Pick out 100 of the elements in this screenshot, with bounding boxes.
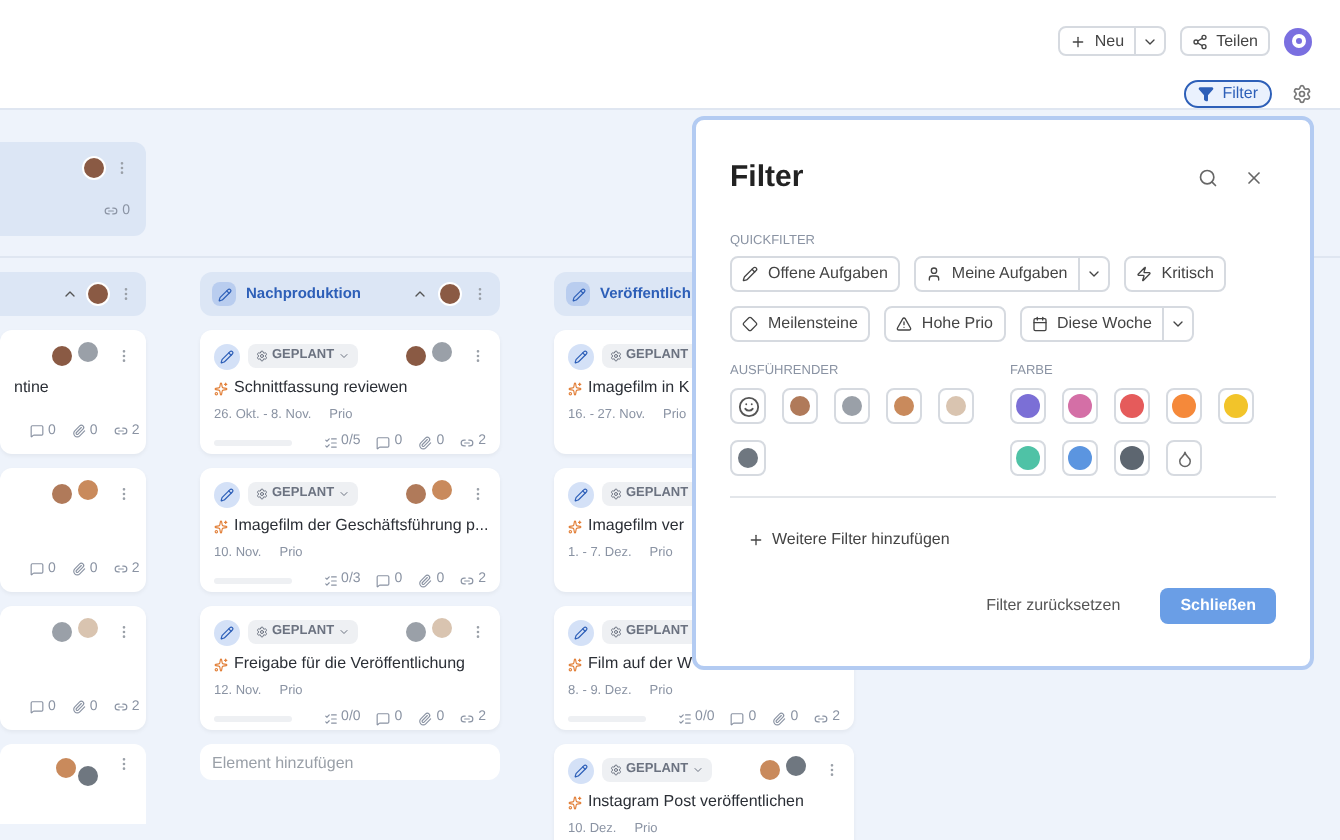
assignee-option[interactable] <box>730 440 766 476</box>
settings-icon[interactable] <box>1292 84 1312 104</box>
link-icon <box>460 435 475 449</box>
checklist-icon <box>323 573 338 587</box>
pencil-icon <box>212 282 236 306</box>
smiley-icon <box>737 395 759 417</box>
edit-icon[interactable] <box>214 481 240 507</box>
avatar <box>840 394 864 418</box>
card-title: Film auf der W <box>588 652 693 676</box>
plus-icon <box>1070 33 1087 49</box>
chip-icon <box>925 266 942 283</box>
assignee-option[interactable] <box>730 388 766 424</box>
avatar <box>50 344 74 368</box>
chip-icon <box>895 316 912 333</box>
collapse-icon[interactable] <box>412 286 428 302</box>
panel-title: Filter <box>730 158 804 198</box>
link-icon <box>814 711 829 725</box>
color-option[interactable] <box>1010 388 1046 424</box>
paperclip-icon <box>71 700 86 715</box>
chip-icon <box>742 266 758 283</box>
avatar <box>430 478 454 502</box>
edit-icon[interactable] <box>568 343 594 369</box>
avatar <box>892 394 916 418</box>
color-option[interactable] <box>1114 440 1150 476</box>
edit-icon[interactable] <box>568 619 594 645</box>
share-icon <box>1192 33 1209 49</box>
paperclip-icon <box>71 562 86 577</box>
avatar <box>82 156 106 180</box>
avatar <box>76 340 100 364</box>
edit-icon[interactable] <box>214 619 240 645</box>
color-option[interactable] <box>1218 388 1254 424</box>
paperclip-icon <box>418 711 433 725</box>
avatar <box>50 620 74 644</box>
paperclip-icon <box>418 573 433 587</box>
chip-icon <box>1031 316 1047 333</box>
color-option[interactable] <box>1062 388 1098 424</box>
avatar <box>736 446 760 470</box>
avatar <box>54 756 78 780</box>
share-button[interactable]: Teilen <box>1180 26 1270 56</box>
color-option[interactable] <box>1166 440 1202 476</box>
checklist-icon <box>323 711 338 725</box>
avatar <box>788 394 812 418</box>
link-icon <box>113 424 128 439</box>
close-icon[interactable] <box>1244 168 1264 189</box>
avatar <box>404 482 428 506</box>
avatar <box>404 344 428 368</box>
reset-filter-button[interactable]: Filter zurücksetzen <box>986 594 1121 618</box>
color-option[interactable] <box>1062 440 1098 476</box>
quickfilter-chip[interactable]: Offene Aufgaben <box>730 256 900 293</box>
checklist-icon <box>323 435 338 449</box>
edit-icon[interactable] <box>568 481 594 507</box>
paperclip-icon <box>418 435 433 449</box>
comment-icon <box>376 573 391 587</box>
no-color-icon <box>1175 449 1193 467</box>
avatar <box>404 620 428 644</box>
edit-icon[interactable] <box>568 757 594 783</box>
card-title: Instagram Post veröffentlichen <box>588 790 804 814</box>
task-card[interactable] <box>0 744 146 824</box>
link-icon <box>460 711 475 725</box>
chip-icon <box>1135 266 1152 283</box>
comment-icon <box>730 711 745 725</box>
chip-icon <box>742 316 758 333</box>
quickfilter-chip[interactable]: Meilensteine <box>730 306 870 343</box>
avatar <box>50 482 74 506</box>
comment-icon <box>376 435 391 449</box>
comment-icon <box>376 711 391 725</box>
avatar <box>86 282 110 306</box>
paperclip-icon <box>772 711 787 725</box>
comment-icon <box>30 562 44 577</box>
add-filter-button[interactable]: Weitere Filter hinzufügen <box>748 528 950 552</box>
quickfilter-chip[interactable]: Meine Aufgaben <box>913 256 1110 293</box>
avatar <box>76 616 100 640</box>
quickfilter-chip[interactable]: Kritisch <box>1123 256 1226 293</box>
link-icon <box>113 700 128 715</box>
checklist-icon <box>677 711 692 725</box>
logo-icon[interactable] <box>1284 27 1312 55</box>
filter-button[interactable]: Filter <box>1184 80 1272 108</box>
avatar <box>430 340 454 364</box>
card-title: Imagefilm in K <box>588 376 690 400</box>
collapse-icon[interactable] <box>62 286 78 302</box>
avatar <box>784 754 808 778</box>
link-icon <box>104 204 119 219</box>
filter-icon <box>1198 86 1215 102</box>
assignee-option[interactable] <box>782 388 818 424</box>
comment-icon <box>30 424 44 439</box>
color-option[interactable] <box>1114 388 1150 424</box>
color-option[interactable] <box>1166 388 1202 424</box>
avatar <box>76 764 100 788</box>
paperclip-icon <box>71 424 86 439</box>
pencil-icon <box>566 282 590 306</box>
add-item-field[interactable]: Element hinzufügen <box>200 744 500 780</box>
plus-icon <box>748 532 764 548</box>
avatar <box>438 282 462 306</box>
search-icon[interactable] <box>1198 168 1218 189</box>
quickfilter-chip[interactable]: Diese Woche <box>1019 306 1194 343</box>
color-option[interactable] <box>1010 440 1046 476</box>
edit-icon[interactable] <box>214 343 240 369</box>
avatar <box>76 478 100 502</box>
quickfilter-chip[interactable]: Hohe Prio <box>883 306 1005 343</box>
avatar <box>430 616 454 640</box>
